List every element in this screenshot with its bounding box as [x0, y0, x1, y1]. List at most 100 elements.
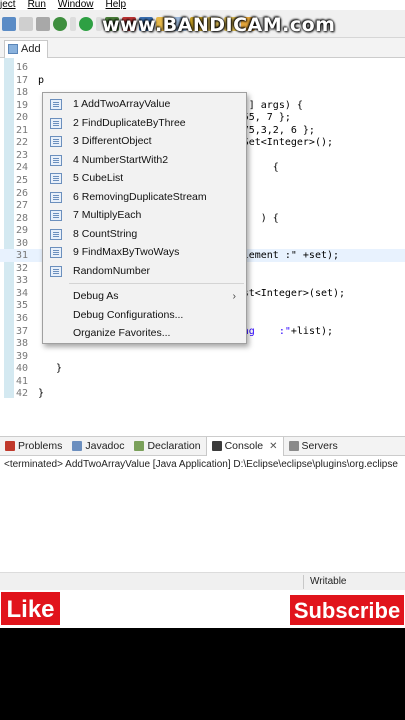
- tab-problems[interactable]: Problems: [0, 437, 67, 456]
- line-number: 35: [15, 300, 28, 312]
- java-app-icon: [50, 136, 62, 147]
- line-number: 28: [15, 212, 28, 224]
- console-status-line: <terminated> AddTwoArrayValue [Java Appl…: [4, 459, 398, 470]
- editor-tab-label: Add: [21, 43, 41, 55]
- line-number: 24: [15, 162, 28, 174]
- debug-icon[interactable]: [53, 16, 67, 31]
- code-text: }: [38, 388, 45, 400]
- menu-item-numberstartwith2[interactable]: 4 NumberStartWith2: [44, 151, 246, 170]
- java-file-icon: [8, 44, 18, 54]
- menu-item-countstring[interactable]: 8 CountString: [44, 225, 246, 244]
- line-number: 17: [15, 74, 28, 86]
- code-text: }: [38, 363, 63, 375]
- code-line[interactable]: 39: [0, 350, 405, 363]
- line-number: 22: [15, 137, 28, 149]
- java-app-icon: [50, 99, 62, 110]
- line-number: 39: [15, 350, 28, 362]
- line-number: 32: [15, 262, 28, 274]
- line-number: 27: [15, 200, 28, 212]
- problems-icon: [5, 441, 15, 451]
- chevron-right-icon: ›: [232, 290, 237, 302]
- menu-item-addtwoarrayvalue[interactable]: 1 AddTwoArrayValue: [44, 95, 246, 114]
- subscribe-button[interactable]: Subscribe: [289, 594, 405, 626]
- line-number: 30: [15, 237, 28, 249]
- menu-item-findmaxbytwoways[interactable]: 9 FindMaxByTwoWays: [44, 243, 246, 262]
- menu-window[interactable]: Window: [58, 0, 94, 10]
- editor-tab[interactable]: Add: [4, 40, 48, 58]
- console-output[interactable]: [0, 472, 405, 572]
- menu-item-removingduplicatestream[interactable]: 6 RemovingDuplicateStream: [44, 188, 246, 207]
- line-number: 19: [15, 99, 28, 111]
- menu-help[interactable]: Help: [106, 0, 127, 10]
- java-app-icon: [50, 247, 62, 258]
- code-line[interactable]: 42}: [0, 387, 405, 400]
- status-divider: [303, 575, 304, 589]
- line-number: 26: [15, 187, 28, 199]
- toggle-icon[interactable]: [36, 16, 50, 31]
- line-number: 36: [15, 313, 28, 324]
- bandicam-watermark: www.BANDICAM.com: [102, 14, 336, 36]
- line-number: 23: [15, 149, 28, 161]
- java-app-icon: [50, 117, 62, 129]
- javadoc-icon: [72, 441, 83, 451]
- java-app-icon: [50, 210, 62, 221]
- status-bar: Writable: [0, 572, 405, 590]
- code-line[interactable]: 41: [0, 375, 405, 388]
- code-line[interactable]: 16: [0, 61, 405, 74]
- java-app-icon: [50, 265, 62, 277]
- run-icon[interactable]: [79, 16, 93, 31]
- line-number: 42: [15, 388, 28, 400]
- menu-project[interactable]: ject: [0, 0, 16, 10]
- line-number: 38: [15, 338, 28, 350]
- line-number: 31: [15, 250, 28, 262]
- menu-item-multiplyeach[interactable]: 7 MultiplyEach: [44, 206, 246, 225]
- menu-item-differentobject[interactable]: 3 DifferentObject: [44, 132, 246, 151]
- line-number: 29: [15, 225, 28, 237]
- debug-dropdown-icon[interactable]: [70, 16, 76, 31]
- line-number: 37: [15, 325, 28, 337]
- java-app-icon: [50, 154, 62, 166]
- like-button[interactable]: Like: [0, 591, 61, 626]
- menu-item-organize-favorites[interactable]: Organize Favorites...: [44, 324, 246, 343]
- java-app-icon: [50, 173, 62, 184]
- menu-item-debug-configurations[interactable]: Debug Configurations...: [44, 306, 246, 325]
- tab-javadoc[interactable]: Javadoc: [67, 437, 129, 456]
- debug-history-menu: 1 AddTwoArrayValue 2 FindDuplicateByThre…: [42, 92, 247, 344]
- tab-declaration[interactable]: Declaration: [129, 437, 205, 456]
- editor-tab-row: Add: [0, 38, 405, 58]
- java-app-icon: [50, 228, 62, 240]
- close-icon[interactable]: ✕: [269, 441, 277, 452]
- menu-item-findduplicatebythree[interactable]: 2 FindDuplicateByThree: [44, 114, 246, 133]
- line-number: 16: [15, 62, 28, 73]
- paragraph-icon[interactable]: [19, 16, 33, 31]
- tab-servers[interactable]: Servers: [284, 437, 343, 456]
- eclipse-window: ject Run Window Help www.BANDICAM.com Ad…: [0, 0, 405, 628]
- menu-item-debug-as[interactable]: Debug As ›: [44, 287, 246, 306]
- status-writable: Writable: [310, 576, 347, 587]
- code-line[interactable]: 17 p: [0, 74, 405, 87]
- declaration-icon: [134, 441, 145, 451]
- line-number: 33: [15, 275, 28, 287]
- menu-item-cubelist[interactable]: 5 CubeList: [44, 169, 246, 188]
- menu-item-randomnumber[interactable]: RandomNumber: [44, 262, 246, 281]
- line-number: 21: [15, 124, 28, 136]
- code-line[interactable]: 40 }: [0, 362, 405, 375]
- tab-console[interactable]: Console ✕: [205, 436, 284, 456]
- servers-icon: [288, 441, 299, 451]
- code-text: p: [38, 74, 45, 86]
- line-number: 20: [15, 112, 28, 124]
- views-tab-row: Problems Javadoc Declaration Console ✕ Se…: [0, 436, 405, 456]
- line-number: 41: [15, 375, 28, 387]
- line-number: 34: [15, 287, 28, 299]
- line-number: 25: [15, 174, 28, 186]
- code-editor[interactable]: 16 17 p 18 19 ] args) {20 55, 7 }; 21 75,3,2,…: [0, 58, 405, 434]
- view-icon[interactable]: [2, 16, 16, 31]
- line-number: 40: [15, 363, 28, 375]
- java-app-icon: [50, 191, 62, 203]
- menu-bar: ject Run Window Help: [0, 0, 405, 10]
- menu-run[interactable]: Run: [28, 0, 46, 10]
- line-number: 18: [15, 87, 28, 99]
- toolbar: www.BANDICAM.com: [0, 10, 405, 38]
- menu-separator: [69, 283, 244, 284]
- console-icon: [211, 441, 222, 451]
